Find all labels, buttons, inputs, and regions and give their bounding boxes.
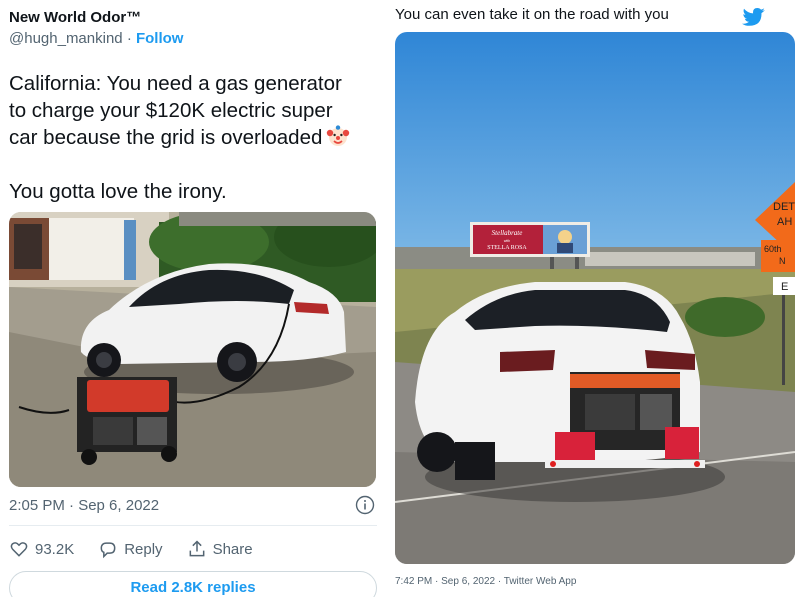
road-sign-text-3: 60th <box>764 244 782 254</box>
reply-label: Reply <box>124 540 163 558</box>
road-sign-text-4: N <box>779 256 786 266</box>
road-sign-text-2: AH <box>777 216 792 228</box>
tweet-card-2: You can even take it on the road with yo… <box>390 0 800 597</box>
clown-face-emoji-icon <box>327 125 350 146</box>
info-icon[interactable] <box>355 495 375 515</box>
divider <box>9 525 377 526</box>
handle-separator: · <box>126 30 132 47</box>
billboard-script-text: Stellabrate <box>492 229 523 237</box>
tweet-timestamp[interactable]: 2:05 PM · Sep 6, 2022 <box>9 497 159 514</box>
author-handle[interactable]: @hugh_mankind <box>9 30 123 47</box>
share-label: Share <box>212 540 253 558</box>
road-sign-text-1: DET <box>773 201 795 213</box>
tweet-photo-tesla-generator[interactable] <box>9 212 376 487</box>
read-replies-button[interactable]: Read 2.8K replies <box>9 571 377 597</box>
like-button[interactable]: 93.2K <box>9 539 74 559</box>
tesla-driveway-photo <box>9 212 376 487</box>
tweet-text: California: You need a gas generator to … <box>9 70 381 205</box>
author-handle-row: @hugh_mankind · Follow <box>9 30 183 47</box>
billboard-brand-text: STELLA ROSA <box>487 245 527 251</box>
share-button[interactable]: Share <box>187 539 253 559</box>
share-icon <box>189 540 204 557</box>
tweet-photo-tesla-highway[interactable]: Stellabrate with STELLA ROSA DET AH 60th… <box>395 32 795 564</box>
road-sign-text-5: E <box>781 281 788 293</box>
twitter-bird-icon[interactable] <box>740 7 766 29</box>
tweet-actions: 93.2K Reply Share <box>9 538 277 560</box>
tweet-text-line2: You gotta love the irony. <box>9 180 227 203</box>
heart-icon <box>10 542 28 557</box>
tweet-card: New World Odor™ @hugh_mankind · Follow C… <box>0 0 390 597</box>
like-count: 93.2K <box>35 540 75 558</box>
billboard-small-text: with <box>504 239 510 243</box>
reply-button[interactable]: Reply <box>98 539 163 559</box>
tweet-text-2: You can even take it on the road with yo… <box>395 6 669 23</box>
follow-link[interactable]: Follow <box>136 30 184 47</box>
tweet-text-body: California: You need a gas generator to … <box>9 72 342 149</box>
tweet-meta-2[interactable]: 7:42 PM · Sep 6, 2022 · Twitter Web App <box>395 576 576 587</box>
tesla-highway-photo: Stellabrate with STELLA ROSA DET AH 60th… <box>395 32 795 564</box>
reply-bubble-icon <box>100 542 116 559</box>
author-name[interactable]: New World Odor™ <box>9 9 141 26</box>
